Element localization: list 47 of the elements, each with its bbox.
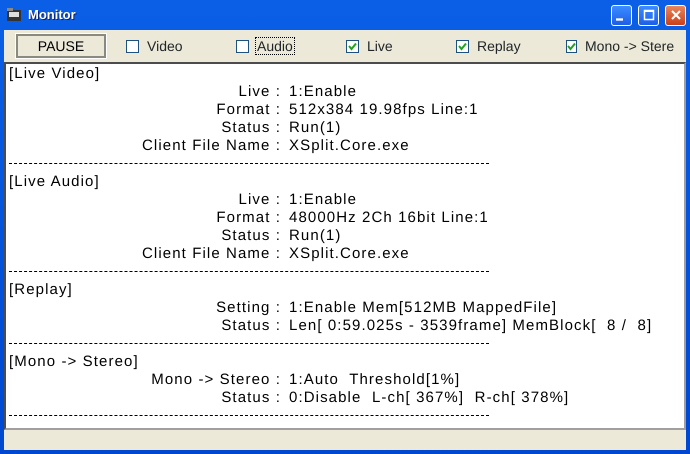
field-value: 0:Disable L-ch[ 367%] R-ch[ 378%] bbox=[289, 389, 570, 407]
checkbox[interactable] bbox=[236, 40, 249, 52]
field-label: Status : bbox=[220, 317, 281, 335]
checkbox[interactable] bbox=[456, 40, 469, 52]
field-value: Len[ 0:59.025s - 3539frame] MemBlock[ 8 / 8] bbox=[289, 317, 652, 335]
maximize-button[interactable] bbox=[638, 4, 659, 26]
field-value: 512x384 19.98fps Line:1 bbox=[289, 101, 479, 119]
field-label: Live : bbox=[238, 191, 281, 209]
checkbox-label[interactable]: Mono -> Stere bbox=[583, 37, 676, 55]
section-heading: [Replay] bbox=[9, 281, 74, 299]
field-label: Format : bbox=[215, 101, 281, 119]
field-value: XSplit.Core.exe bbox=[289, 137, 410, 155]
section-heading: [Mono -> Stereo] bbox=[9, 353, 140, 371]
maximize-icon bbox=[642, 8, 656, 22]
field-label: Mono -> Stereo : bbox=[150, 371, 281, 389]
field-value: 1:Auto Threshold[1%] bbox=[289, 371, 460, 389]
field-value: 1:Enable bbox=[289, 83, 358, 101]
window-title: Monitor bbox=[28, 6, 77, 24]
field-label: Status : bbox=[220, 119, 281, 137]
section-heading: [Live Video] bbox=[9, 65, 102, 83]
field-value: Run(1) bbox=[289, 119, 342, 137]
field-value: XSplit.Core.exe bbox=[289, 245, 410, 263]
field-label: Client File Name : bbox=[140, 245, 281, 263]
field-label: Format : bbox=[215, 209, 281, 227]
field-label: Setting : bbox=[215, 299, 281, 317]
field-label: Live : bbox=[238, 83, 281, 101]
pause-button[interactable]: PAUSE bbox=[16, 34, 106, 58]
checkbox[interactable] bbox=[566, 40, 577, 52]
minimize-icon bbox=[616, 18, 623, 20]
field-label: Status : bbox=[220, 227, 281, 245]
checkbox-label[interactable]: Audio bbox=[255, 37, 295, 55]
field-value: Run(1) bbox=[289, 227, 342, 245]
field-value: 1:Enable bbox=[289, 191, 358, 209]
checkbox-label[interactable]: Replay bbox=[475, 37, 523, 55]
checkbox[interactable] bbox=[126, 40, 139, 52]
section-heading: [Live Audio] bbox=[9, 173, 101, 191]
minimize-button[interactable] bbox=[611, 4, 632, 26]
checkbox[interactable] bbox=[346, 40, 359, 52]
field-value: 48000Hz 2Ch 16bit Line:1 bbox=[289, 209, 489, 227]
close-icon bbox=[668, 8, 682, 22]
checkbox-label[interactable]: Video bbox=[145, 37, 185, 55]
field-label: Client File Name : bbox=[140, 137, 281, 155]
field-value: 1:Enable Mem[512MB MappedFile] bbox=[289, 299, 558, 317]
app-icon bbox=[6, 7, 22, 23]
checkbox-label[interactable]: Live bbox=[365, 37, 395, 55]
field-label: Status : bbox=[220, 389, 281, 407]
close-button[interactable] bbox=[665, 4, 686, 26]
